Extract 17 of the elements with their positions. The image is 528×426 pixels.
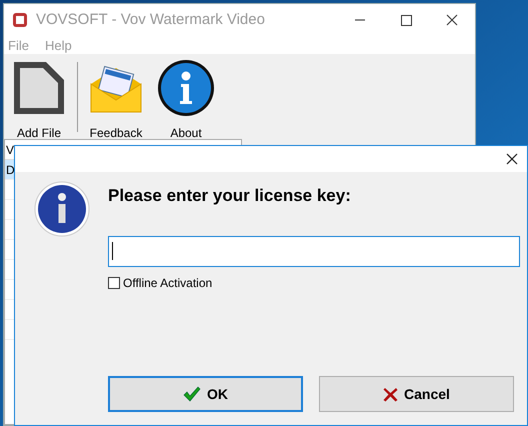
info-icon [157, 59, 215, 117]
cross-icon [383, 386, 398, 402]
ok-button[interactable]: OK [108, 376, 303, 412]
app-icon [12, 12, 28, 28]
cancel-button[interactable]: Cancel [319, 376, 514, 412]
toolbar-button[interactable]: Feedback [81, 58, 151, 142]
checkbox[interactable] [108, 276, 120, 288]
dialog-heading: Please enter your license key: [108, 185, 352, 207]
window-title: VOVSOFT - Vov Watermark Video [36, 10, 265, 30]
info-icon [34, 181, 90, 237]
toolbar-button[interactable]: About [151, 58, 221, 142]
toolbar-button[interactable]: Add File [4, 58, 74, 142]
column-header: V [6, 142, 14, 158]
document-icon [12, 60, 66, 116]
check-icon [183, 386, 201, 402]
checkbox-label[interactable]: Offline Activation [123, 274, 212, 292]
license-key-field[interactable] [108, 236, 520, 266]
